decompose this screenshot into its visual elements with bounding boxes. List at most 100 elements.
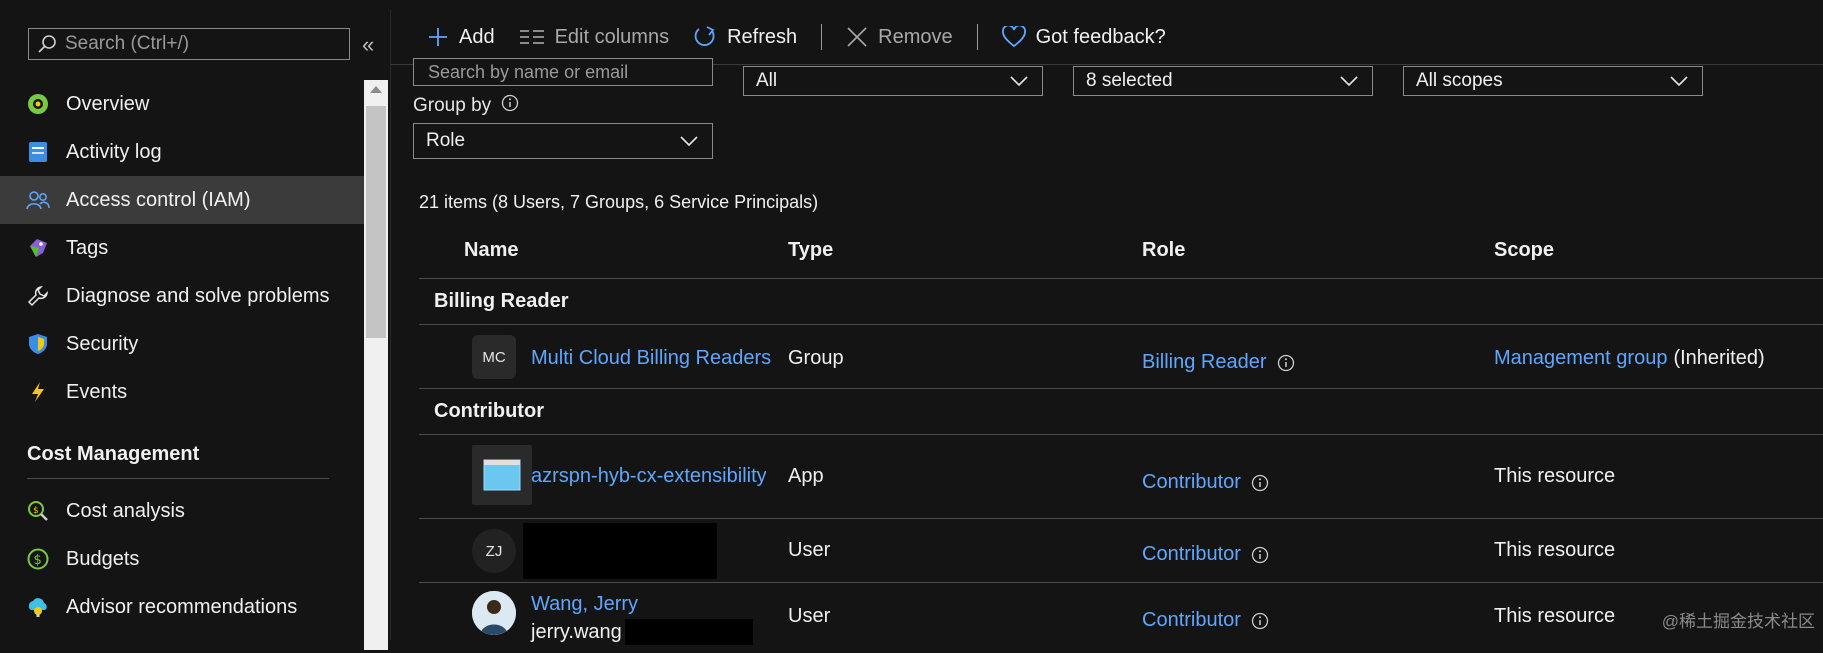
role-filter-dropdown[interactable]: 8 selected <box>1073 66 1373 96</box>
sidebar-scrollbar[interactable] <box>364 80 388 650</box>
sidebar-item-activity-log[interactable]: Activity log <box>0 128 364 176</box>
tag-icon <box>26 236 50 260</box>
chevron-down-icon <box>1340 76 1358 86</box>
remove-label: Remove <box>878 25 953 48</box>
sidebar-item-label: Events <box>66 380 128 403</box>
group-header-billing-reader[interactable]: Billing Reader <box>419 279 1823 325</box>
info-icon[interactable] <box>501 94 519 118</box>
table-header: Name Type Role Scope <box>419 222 1823 279</box>
column-header-role[interactable]: Role <box>1142 239 1185 262</box>
sidebar-item-events[interactable]: Events <box>0 368 364 416</box>
sidebar-item-overview[interactable]: Overview <box>0 80 364 128</box>
section-divider <box>27 478 329 479</box>
app-icon <box>472 445 532 505</box>
sidebar-item-budgets[interactable]: $ Budgets <box>0 535 364 583</box>
info-icon[interactable] <box>1251 474 1269 492</box>
scope-filter-dropdown[interactable]: All scopes <box>1403 66 1703 96</box>
name-search-input[interactable] <box>426 61 690 84</box>
sidebar-item-label: Activity log <box>66 140 162 163</box>
avatar: ZJ <box>472 529 516 573</box>
role-link[interactable]: Contributor <box>1142 609 1241 632</box>
collapse-sidebar-button[interactable]: « <box>362 32 374 58</box>
type-filter-value: All <box>756 70 778 91</box>
sidebar-item-security[interactable]: Security <box>0 320 364 368</box>
role-cell: Contributor <box>1142 471 1269 494</box>
feedback-button[interactable]: Got feedback? <box>1001 26 1166 49</box>
remove-button[interactable]: Remove <box>846 25 953 49</box>
sidebar-item-label: Diagnose and solve problems <box>66 284 330 307</box>
name-search-field[interactable] <box>413 58 713 86</box>
scroll-up-arrow-icon[interactable] <box>370 86 382 93</box>
heart-icon <box>1001 26 1026 48</box>
group-by-dropdown[interactable]: Role <box>413 123 713 159</box>
edit-columns-button[interactable]: Edit columns <box>519 25 670 49</box>
group-by-label: Group by <box>413 94 519 118</box>
table-row[interactable]: azrspn-hyb-cx-extensibility App Contribu… <box>419 435 1823 519</box>
table-row[interactable]: MC Multi Cloud Billing Readers Group Bil… <box>419 325 1823 389</box>
table-row[interactable]: Wang, Jerry jerry.wang User Contributor … <box>419 583 1823 653</box>
overview-icon <box>26 92 50 116</box>
redacted-name <box>523 523 717 579</box>
column-header-name[interactable]: Name <box>464 239 518 262</box>
role-link[interactable]: Contributor <box>1142 543 1241 566</box>
scope-link[interactable]: Management group <box>1494 347 1667 370</box>
avatar: MC <box>472 335 516 379</box>
budgets-icon: $ <box>26 547 50 571</box>
sidebar-item-advisor[interactable]: Advisor recommendations <box>0 583 364 631</box>
type-filter-dropdown[interactable]: All <box>743 66 1043 96</box>
add-button[interactable]: Add <box>427 26 495 49</box>
redacted-email <box>625 619 753 645</box>
principal-type: User <box>788 539 831 561</box>
sidebar-item-label: Overview <box>66 92 150 115</box>
group-by-text: Group by <box>413 95 492 116</box>
column-header-type[interactable]: Type <box>788 239 833 262</box>
lightning-icon <box>26 380 50 404</box>
advisor-icon <box>26 595 50 619</box>
main-content: Add Edit columns Refresh Remove Got feed… <box>391 10 1823 645</box>
cost-analysis-icon: $ <box>26 499 50 523</box>
search-icon <box>38 35 56 53</box>
column-header-scope[interactable]: Scope <box>1494 239 1554 262</box>
chevron-down-icon <box>680 136 698 146</box>
sidebar-item-label: Access control (IAM) <box>66 188 251 211</box>
info-icon[interactable] <box>1251 612 1269 630</box>
role-cell: Contributor <box>1142 543 1269 566</box>
scope-text: This resource <box>1494 465 1616 487</box>
sidebar-search[interactable] <box>28 28 350 60</box>
svg-text:$: $ <box>33 506 39 516</box>
svg-text:$: $ <box>34 553 42 568</box>
items-summary: 21 items (8 Users, 7 Groups, 6 Service P… <box>419 192 819 212</box>
refresh-button[interactable]: Refresh <box>693 25 797 49</box>
sidebar-item-cost-analysis[interactable]: $ Cost analysis <box>0 487 364 535</box>
sidebar-item-diagnose[interactable]: Diagnose and solve problems <box>0 272 364 320</box>
principal-name-link[interactable]: Multi Cloud Billing Readers <box>531 347 771 370</box>
info-icon[interactable] <box>1277 354 1295 372</box>
table-row[interactable]: ZJ User Contributor This resource <box>419 519 1823 583</box>
refresh-label: Refresh <box>727 25 798 48</box>
chevron-down-icon <box>1670 76 1688 86</box>
edit-columns-label: Edit columns <box>554 25 670 48</box>
sidebar-item-tags[interactable]: Tags <box>0 224 364 272</box>
info-icon[interactable] <box>1251 546 1269 564</box>
sidebar-search-input[interactable] <box>63 32 337 56</box>
role-assignments-table: Name Type Role Scope Billing Reader MC M… <box>419 222 1823 653</box>
role-link[interactable]: Contributor <box>1142 471 1241 494</box>
role-filter-value: 8 selected <box>1086 70 1173 91</box>
user-photo-icon <box>472 591 516 635</box>
scope-suffix: (Inherited) <box>1673 347 1765 369</box>
principal-type: Group <box>788 347 844 369</box>
principal-name-link[interactable]: azrspn-hyb-cx-extensibility <box>531 465 766 488</box>
scope-text: This resource <box>1494 539 1616 561</box>
columns-icon <box>519 30 544 44</box>
toolbar-separator <box>821 24 823 50</box>
role-cell: Contributor <box>1142 609 1269 632</box>
sidebar: « Overview Activity log Access control (… <box>0 10 391 650</box>
role-link[interactable]: Billing Reader <box>1142 351 1267 374</box>
group-header-contributor[interactable]: Contributor <box>419 389 1823 435</box>
sidebar-item-label: Budgets <box>66 547 140 570</box>
close-icon <box>847 27 867 47</box>
iam-people-icon <box>26 188 50 212</box>
scroll-thumb[interactable] <box>366 106 386 338</box>
sidebar-item-access-control[interactable]: Access control (IAM) <box>0 176 364 224</box>
principal-name-link[interactable]: Wang, Jerry <box>531 593 638 616</box>
